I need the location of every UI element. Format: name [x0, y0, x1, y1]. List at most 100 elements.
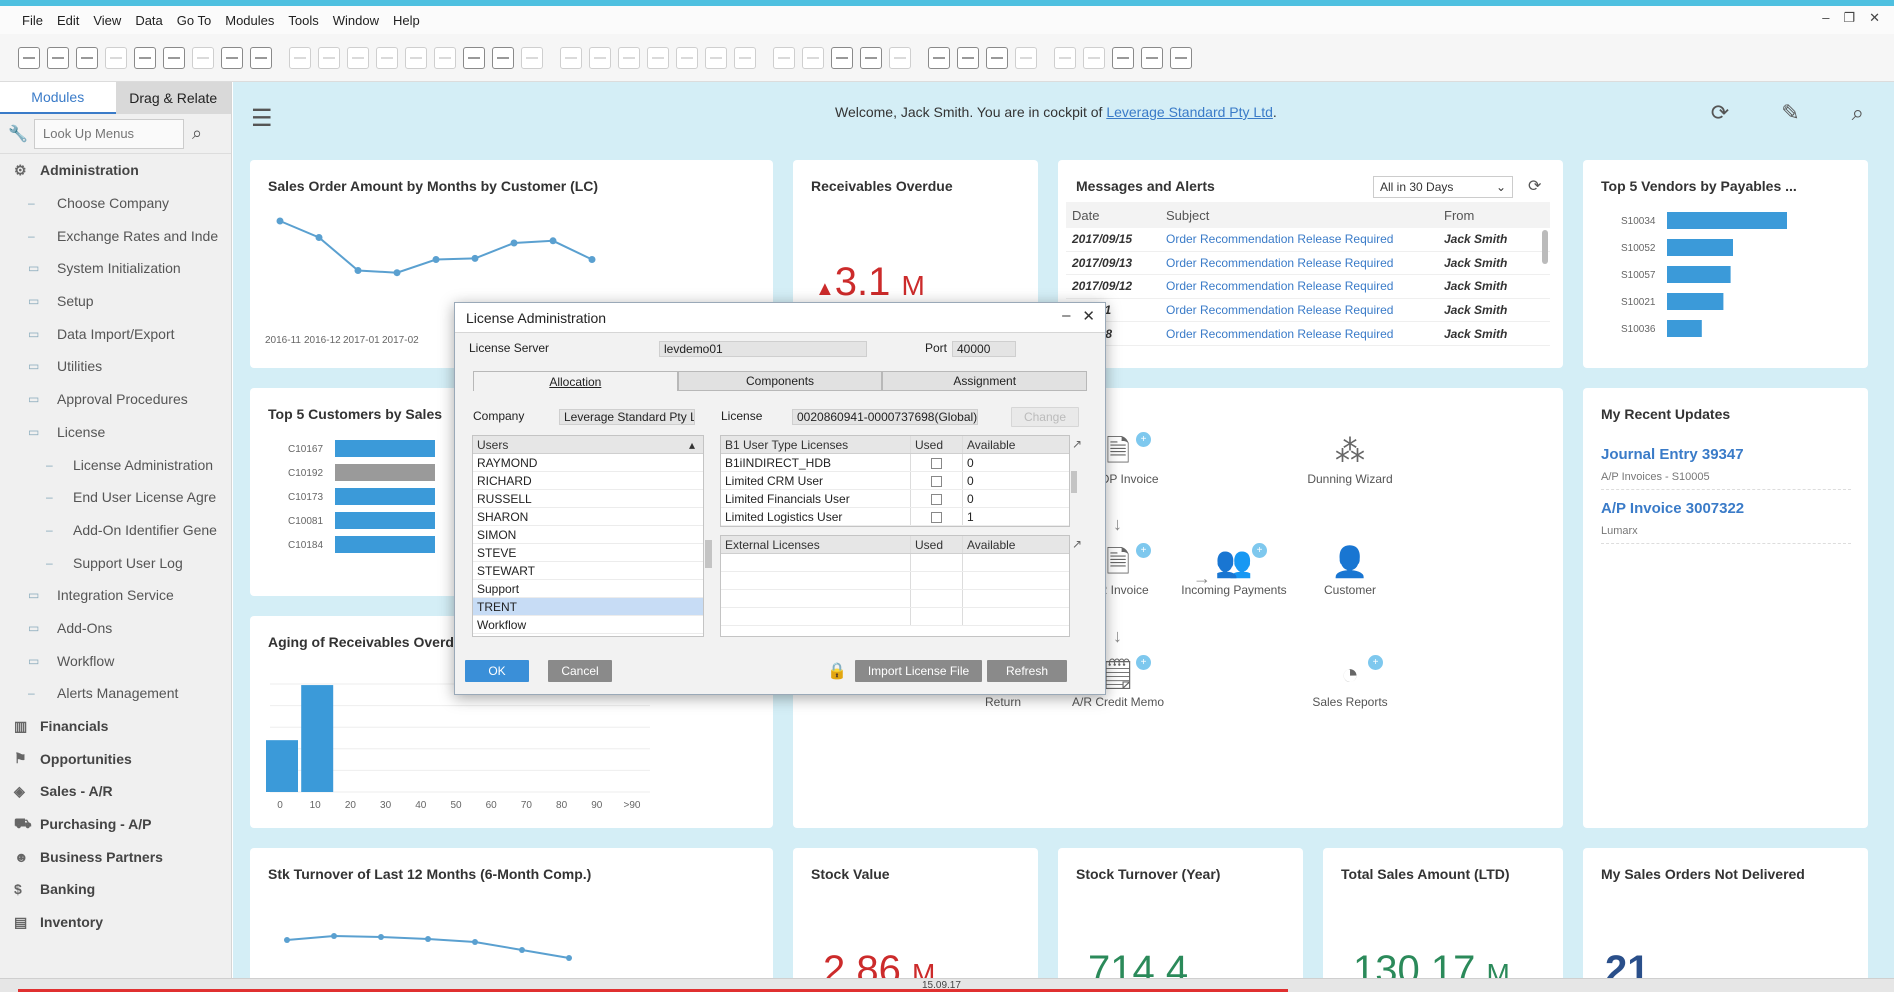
hamburger-menu-icon[interactable]: ☰ [251, 104, 273, 133]
port-field[interactable]: 40000 [952, 341, 1016, 357]
update-title[interactable]: Journal Entry 39347 [1601, 446, 1851, 463]
sidebar-item[interactable]: ▥ Financials [0, 710, 231, 743]
table-row[interactable]: 2017/09/12 Order Recommendation Release R… [1066, 275, 1550, 299]
list-item[interactable]: RICHARD [473, 472, 703, 490]
next-record-icon[interactable] [405, 46, 427, 69]
sidebar-item[interactable]: ▭ Add-Ons [0, 612, 231, 645]
tab-components[interactable]: Components [677, 371, 883, 391]
toolbar-icon[interactable] [928, 46, 950, 69]
toolbar-icon[interactable] [1141, 46, 1163, 69]
license-server-field[interactable]: levdemo01 [659, 341, 867, 357]
sidebar-item[interactable]: ☻ Business Partners [0, 840, 231, 873]
toolbar-icon[interactable] [831, 46, 853, 69]
list-item[interactable]: RAYMOND [473, 454, 703, 472]
refresh-icon[interactable]: ⟳ [1711, 100, 1729, 126]
sidebar-item[interactable]: $ Banking [0, 873, 231, 906]
list-item[interactable]: RUSSELL [473, 490, 703, 508]
list-item[interactable]: Workflow [473, 616, 703, 634]
toolbar-icon[interactable] [1083, 46, 1105, 69]
email-icon[interactable] [134, 46, 156, 69]
toolbar-icon[interactable] [1112, 46, 1134, 69]
sidebar-item[interactable]: ⚙ Administration [0, 154, 231, 187]
add-icon[interactable]: + [1136, 655, 1151, 670]
excel-icon[interactable] [163, 46, 185, 69]
toolbar-icon[interactable] [589, 46, 611, 69]
toolbar-icon[interactable] [773, 46, 795, 69]
table-row[interactable]: 7/09/11Order Recommendation Release Requ… [1066, 299, 1550, 323]
lock-icon[interactable]: 🔒 [827, 661, 847, 681]
first-record-icon[interactable] [347, 46, 369, 69]
sidebar-item[interactable]: ⚑ Opportunities [0, 742, 231, 775]
toolbar-icon[interactable] [802, 46, 824, 69]
tab-allocation[interactable]: Allocation [473, 371, 678, 391]
message-subject[interactable]: Order Recommendation Release Required [1166, 232, 1444, 246]
menu-file[interactable]: File [22, 13, 43, 28]
list-item[interactable]: STEWART [473, 562, 703, 580]
toolbar-icon[interactable] [521, 46, 543, 69]
change-button[interactable]: Change [1011, 407, 1079, 427]
menu-modules[interactable]: Modules [225, 13, 274, 28]
sidebar-item[interactable]: – License Administration [0, 448, 231, 481]
tab-modules[interactable]: Modules [0, 82, 116, 114]
sidebar-item[interactable]: ▤ Inventory [0, 906, 231, 939]
flow-tile[interactable]: ◔ + Sales Reports [1295, 655, 1405, 709]
sidebar-item[interactable]: ▭ Approval Procedures [0, 383, 231, 416]
previous-record-icon[interactable] [376, 46, 398, 69]
toolbar-icon[interactable] [1015, 46, 1037, 69]
company-field[interactable]: Leverage Standard Pty L [559, 409, 695, 425]
list-item[interactable]: Journal Entry 39347 A/P Invoices - S1000… [1601, 446, 1851, 490]
menu-help[interactable]: Help [393, 13, 420, 28]
toolbar-icon[interactable] [647, 46, 669, 69]
used-checkbox[interactable] [931, 494, 942, 506]
minimize-icon[interactable]: – [1062, 307, 1070, 325]
table-row[interactable]: 7/09/08Order Recommendation Release Requ… [1066, 322, 1550, 346]
flow-tile[interactable]: 👤 Customer [1295, 543, 1405, 597]
users-header[interactable]: Users ▴ [473, 436, 703, 454]
scrollbar[interactable] [1542, 230, 1548, 264]
sidebar-item[interactable]: ▭ Setup [0, 285, 231, 318]
pencil-icon[interactable]: ✎ [1781, 100, 1799, 126]
add-icon[interactable]: + [1136, 543, 1151, 558]
refresh-button[interactable]: Refresh [987, 660, 1067, 682]
sidebar-item[interactable]: – Support User Log [0, 546, 231, 579]
add-icon[interactable]: + [1368, 655, 1383, 670]
add-icon[interactable]: + [1252, 543, 1267, 558]
toolbar-icon[interactable] [676, 46, 698, 69]
refresh-data-icon[interactable] [463, 46, 485, 69]
lookup-menus-input[interactable] [34, 118, 184, 149]
layout-icon[interactable] [250, 46, 272, 69]
toolbar-icon[interactable] [1054, 46, 1076, 69]
toolbar-icon[interactable] [105, 46, 127, 69]
sidebar-item[interactable]: ▭ Data Import/Export [0, 317, 231, 350]
ok-button[interactable]: OK [465, 660, 529, 682]
close-icon[interactable]: ✕ [1082, 307, 1095, 325]
filter-icon[interactable] [492, 46, 514, 69]
sidebar-item[interactable]: – End User License Agre [0, 481, 231, 514]
flow-tile[interactable]: ⁂ Dunning Wizard [1295, 432, 1405, 486]
sidebar-item[interactable]: – Exchange Rates and Inde [0, 219, 231, 252]
sidebar-item[interactable]: ▭ Utilities [0, 350, 231, 383]
company-link[interactable]: Leverage Standard Pty Ltd [1106, 104, 1273, 120]
list-item[interactable]: SIMON [473, 526, 703, 544]
help-icon[interactable] [1170, 46, 1192, 69]
message-subject[interactable]: Order Recommendation Release Required [1166, 256, 1444, 270]
sidebar-item[interactable]: ▭ Integration Service [0, 579, 231, 612]
toolbar-icon[interactable] [289, 46, 311, 69]
table-row[interactable]: 2017/09/13 Order Recommendation Release R… [1066, 252, 1550, 276]
toolbar-icon[interactable] [734, 46, 756, 69]
toolbar-icon[interactable] [18, 46, 40, 69]
menu-tools[interactable]: Tools [288, 13, 318, 28]
list-item[interactable]: SHARON [473, 508, 703, 526]
toolbar-icon[interactable] [560, 46, 582, 69]
minimize-icon[interactable]: – [1822, 10, 1829, 26]
table-row[interactable]: 2017/09/15 Order Recommendation Release R… [1066, 228, 1550, 252]
sidebar-item[interactable]: ▭ License [0, 416, 231, 449]
used-checkbox[interactable] [931, 512, 942, 524]
sidebar-item[interactable]: ▭ Workflow [0, 644, 231, 677]
list-item[interactable]: Support [473, 580, 703, 598]
used-checkbox[interactable] [931, 476, 942, 488]
import-license-file-button[interactable]: Import License File [855, 660, 982, 682]
menu-data[interactable]: Data [135, 13, 162, 28]
sidebar-item[interactable]: ◈ Sales - A/R [0, 775, 231, 808]
restore-icon[interactable]: ❐ [1843, 10, 1855, 26]
